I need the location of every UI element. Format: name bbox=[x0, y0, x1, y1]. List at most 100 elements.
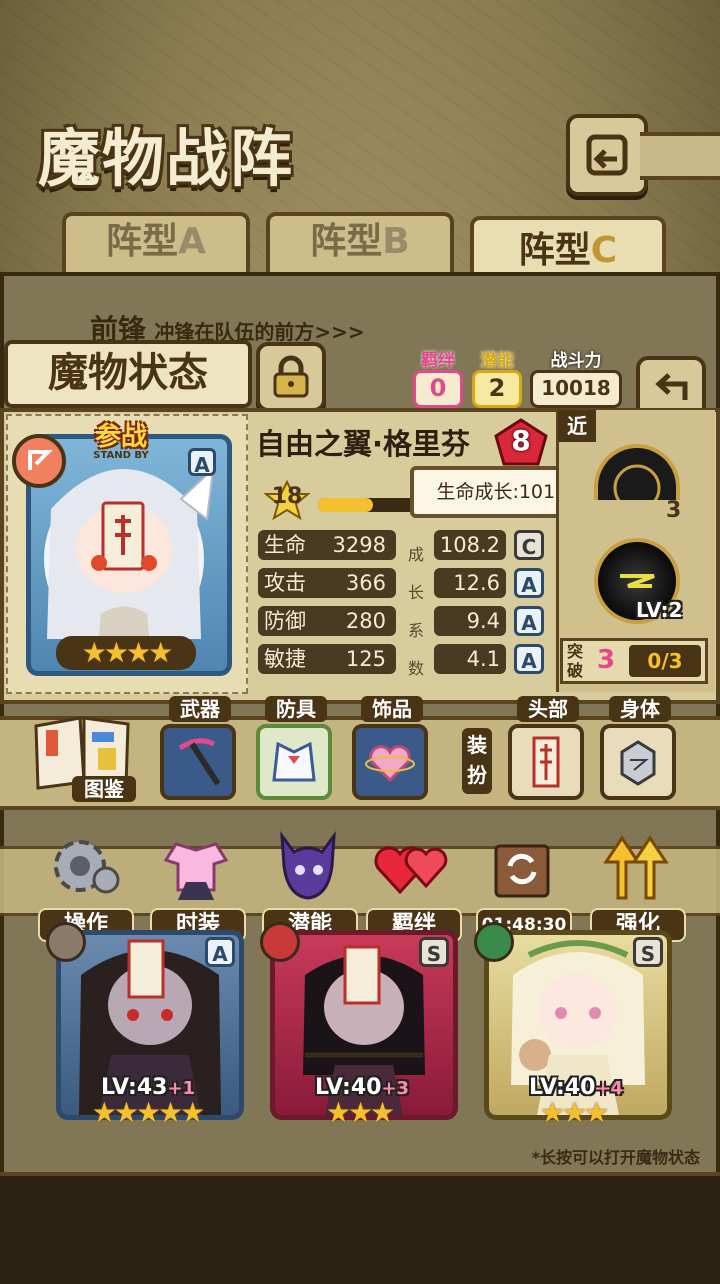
sailor-uniform-icon bbox=[272, 741, 316, 782]
stat-atk-value: 366 bbox=[345, 571, 386, 595]
menu-refresh[interactable]: 01:48:30 bbox=[476, 824, 572, 942]
growth-coefficient-label: 成 长 系 数 bbox=[404, 536, 428, 688]
menu-bond[interactable]: 羁绊 bbox=[366, 824, 462, 942]
exp-fill bbox=[318, 498, 373, 512]
breakthrough-progress: 0/3 bbox=[629, 645, 701, 677]
stat-def: 防御 280 bbox=[258, 606, 396, 636]
roster-3-rank: S bbox=[633, 937, 663, 967]
growth-atk-value: 12.6 bbox=[453, 571, 500, 595]
roster-card-1[interactable]: A LV:43+1 bbox=[56, 930, 244, 1120]
power-value: 10018 bbox=[530, 370, 622, 408]
level-badge: 18 bbox=[262, 479, 312, 521]
grade-agi: A bbox=[514, 644, 544, 674]
roster-3-stars: ★★★ bbox=[510, 1096, 636, 1129]
roster-2-fire-icon bbox=[260, 922, 300, 962]
potential-label: 潜能 bbox=[480, 351, 514, 371]
growth-hp: 108.2 bbox=[434, 530, 506, 560]
dress-label-text: 装扮 bbox=[467, 733, 487, 787]
page-title: 魔物战阵 bbox=[24, 104, 359, 196]
stats-list: 生命 3298 108.2 C 攻击 366 12.6 A 防御 280 9.4… bbox=[258, 530, 548, 680]
roster-2-rank: S bbox=[419, 937, 449, 967]
bond-label: 羁绊 bbox=[421, 351, 455, 371]
growth-atk: 12.6 bbox=[434, 568, 506, 598]
level-gem-value: 8 bbox=[511, 424, 531, 457]
stat-row-def: 防御 280 9.4 A bbox=[258, 606, 548, 642]
gear-icon bbox=[38, 824, 130, 908]
tab-c-label: 阵型 bbox=[518, 230, 591, 271]
growth-agi: 4.1 bbox=[434, 644, 506, 674]
armor-slot[interactable] bbox=[256, 724, 332, 800]
potential-value: 2 bbox=[472, 370, 522, 408]
tab-b-label: 阵型 bbox=[310, 221, 383, 262]
roster-2-stars-text: ★★★ bbox=[325, 1096, 395, 1129]
weapon-label: 武器 bbox=[169, 696, 231, 722]
stand-by-badge: 参战 STAND BY bbox=[66, 424, 176, 464]
body-label: 身体 bbox=[609, 696, 671, 722]
stars-text: ★★★★ bbox=[81, 636, 173, 669]
dress-up-label: 装扮 bbox=[462, 728, 492, 794]
page-title-text: 魔物战阵 bbox=[38, 122, 295, 195]
monster-stars: ★★★★ bbox=[56, 636, 196, 670]
tab-formation-b[interactable]: 阵型B bbox=[266, 212, 454, 276]
stat-agi: 敏捷 125 bbox=[258, 644, 396, 674]
weapon-slot-group: 武器 bbox=[160, 696, 240, 806]
roster-1-element-icon bbox=[46, 922, 86, 962]
roster-card-2[interactable]: S LV:40+3 bbox=[270, 930, 458, 1120]
stat-atk: 攻击 366 bbox=[258, 568, 396, 598]
roster-2-stars: ★★★ bbox=[296, 1096, 422, 1129]
breakthrough: 突破 3 0/3 bbox=[560, 638, 708, 684]
status-title-text: 魔物状态 bbox=[48, 349, 208, 396]
growth-char-3: 系 bbox=[407, 621, 424, 640]
stat-def-label: 防御 bbox=[264, 609, 306, 633]
roster-3-leaf-icon bbox=[474, 922, 514, 962]
stat-row-atk: 攻击 366 12.6 A bbox=[258, 568, 548, 604]
head-slot-group: 头部 bbox=[508, 696, 588, 806]
tab-a-letter: A bbox=[178, 221, 206, 262]
element-icon bbox=[12, 434, 66, 488]
growth-agi-value: 4.1 bbox=[466, 647, 500, 671]
tab-formation-a[interactable]: 阵型A bbox=[62, 212, 250, 276]
growth-char-4: 数 bbox=[407, 659, 424, 678]
stat-agi-label: 敏捷 bbox=[264, 647, 306, 671]
roster-1-stars-text: ★★★★★ bbox=[91, 1096, 206, 1129]
head-label: 头部 bbox=[517, 696, 579, 722]
grade-def: A bbox=[514, 606, 544, 636]
menu-operate[interactable]: 操作 bbox=[38, 824, 134, 942]
book-label: 图鉴 bbox=[72, 776, 136, 802]
lock-button[interactable] bbox=[256, 342, 326, 412]
talisman-icon bbox=[532, 736, 560, 788]
body-slot[interactable] bbox=[600, 724, 676, 800]
skill-slot-1[interactable] bbox=[594, 444, 680, 512]
menu-upgrade[interactable]: 强化 bbox=[590, 824, 686, 942]
bond-icon bbox=[366, 824, 458, 908]
wind-element-icon bbox=[28, 450, 53, 470]
head-slot[interactable] bbox=[508, 724, 584, 800]
crystal-icon bbox=[620, 740, 656, 786]
weapon-slot[interactable] bbox=[160, 724, 236, 800]
stat-def-value: 280 bbox=[345, 609, 386, 633]
bond-value: 0 bbox=[413, 370, 463, 408]
growth-def: 9.4 bbox=[434, 606, 506, 636]
return-icon bbox=[586, 134, 628, 176]
monster-book-button[interactable]: 图鉴 bbox=[28, 712, 138, 804]
stat-row-hp: 生命 3298 108.2 C bbox=[258, 530, 548, 566]
exp-bar bbox=[318, 498, 418, 512]
stat-hp-label: 生命 bbox=[264, 533, 306, 557]
growth-def-value: 9.4 bbox=[466, 609, 500, 633]
breakthrough-value: 3 bbox=[597, 645, 616, 675]
monster-name: 自由之翼·格里芬 bbox=[256, 427, 471, 461]
back-button[interactable] bbox=[566, 114, 648, 196]
roster-3-stars-text: ★★★ bbox=[539, 1096, 609, 1129]
menu-costume[interactable]: 时装 bbox=[150, 824, 246, 942]
menu-potential[interactable]: 潜能 bbox=[262, 824, 358, 942]
grade-atk: A bbox=[514, 568, 544, 598]
accessory-slot-group: 饰品 bbox=[352, 696, 432, 806]
bottom-frame bbox=[0, 1172, 720, 1284]
grade-hp: C bbox=[514, 530, 544, 560]
status-title: 魔物状态 bbox=[4, 340, 252, 408]
skill-lv-2: LV:2 bbox=[636, 598, 683, 622]
accessory-slot[interactable] bbox=[352, 724, 428, 800]
level-gem: 8 bbox=[494, 418, 548, 468]
breakthrough-label: 突破 bbox=[567, 642, 584, 680]
roster-card-3[interactable]: S LV:40+4 bbox=[484, 930, 672, 1120]
